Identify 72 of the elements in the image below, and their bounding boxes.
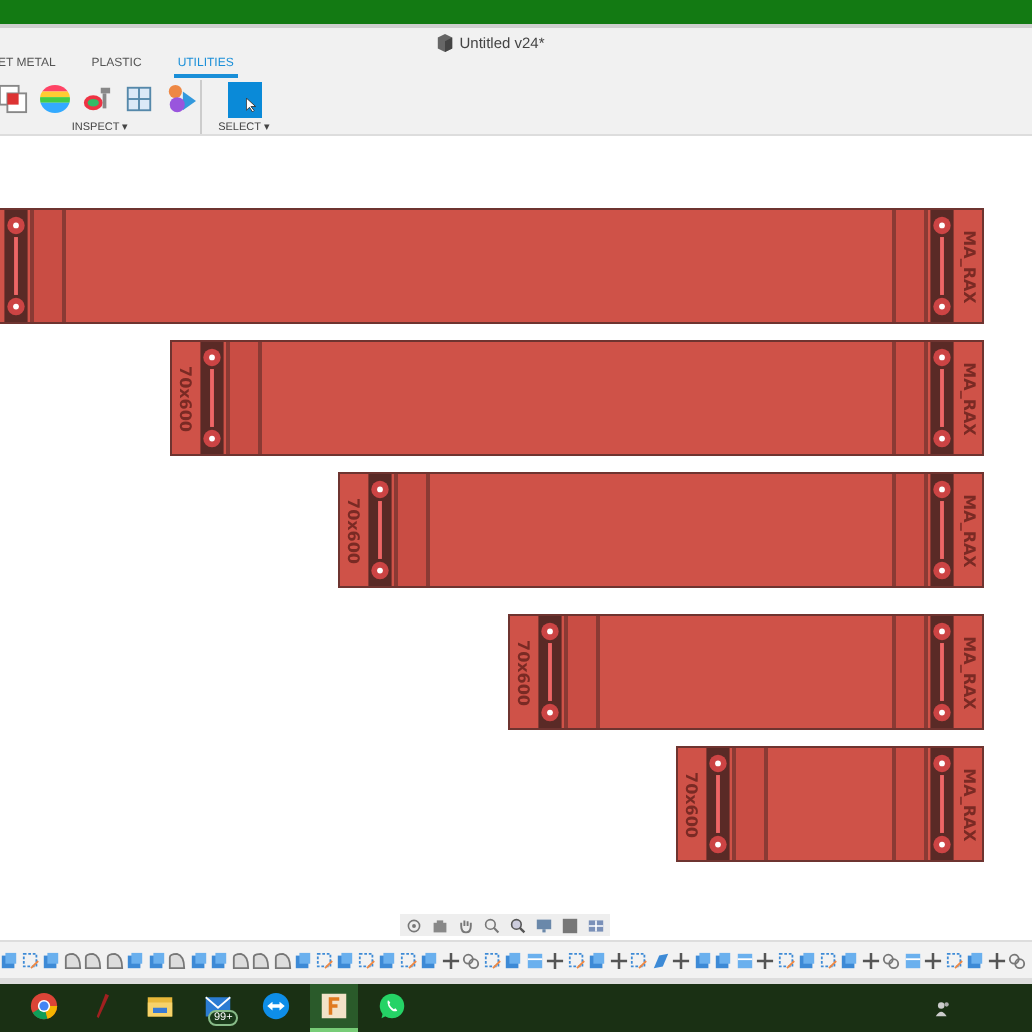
bolt-slot-icon [928,210,956,322]
timeline-feature-icon[interactable] [840,951,858,969]
timeline-feature-icon[interactable] [798,951,816,969]
timeline-feature-icon[interactable] [672,951,690,969]
remote-control-icon [262,992,290,1020]
timeline-feature-icon[interactable] [336,951,354,969]
engraved-label: 70x600 [175,365,193,431]
timeline-feature-icon[interactable] [483,951,501,969]
timeline-feature-icon[interactable] [882,951,900,969]
timeline-feature-icon[interactable] [756,951,774,969]
bolt-slot-icon [928,616,956,728]
people-icon[interactable] [934,999,952,1017]
engraved-label: MA_RAX [960,229,978,303]
bolt-slot-icon [928,748,956,860]
timeline-feature-icon[interactable] [420,951,438,969]
zoom-window-icon[interactable] [484,917,500,933]
display-icon[interactable] [536,917,552,933]
bolt-slot-icon [366,474,394,586]
timeline-feature-icon[interactable] [609,951,627,969]
engraved-label: MA_RAX [960,635,978,709]
orbit-icon[interactable] [406,917,422,933]
zoom-icon[interactable] [510,917,526,933]
measure-icon[interactable] [81,84,111,114]
browser-icon [30,992,58,1020]
shapes-icon[interactable] [165,84,195,114]
engraved-label: 70x600 [682,771,700,837]
timeline-feature-icon[interactable] [924,951,942,969]
timeline-feature-icon[interactable] [21,951,39,969]
pan-hand-icon[interactable] [458,917,474,933]
timeline-feature-icon[interactable] [357,951,375,969]
bolt-slot-icon [928,342,956,454]
bolt-slot-icon [704,748,732,860]
engraved-label: 70x600 [513,639,531,705]
timeline-feature-icon[interactable] [315,951,333,969]
timeline-feature-icon[interactable] [546,951,564,969]
bolt-slot-icon [928,474,956,586]
timeline-feature-icon[interactable] [966,951,984,969]
timeline-feature-icon[interactable] [861,951,879,969]
timeline-feature-icon[interactable] [945,951,963,969]
bolt-slot-icon [535,616,563,728]
bolt-slot-icon [197,342,225,454]
timeline-feature-icon[interactable] [567,951,585,969]
zebra-analysis-icon[interactable] [39,84,69,114]
section-analysis-icon[interactable] [123,84,153,114]
cursor-icon [245,97,255,111]
chat-icon [378,992,406,1020]
timeline-feature-icon[interactable] [588,951,606,969]
grid-icon[interactable] [588,917,604,933]
timeline-feature-icon[interactable] [987,951,1005,969]
interference-icon[interactable] [0,84,27,114]
timeline-feature-icon[interactable] [1008,951,1026,969]
engraved-label: MA_RAX [960,493,978,567]
folder-icon [146,992,174,1020]
timeline-feature-icon[interactable] [777,951,795,969]
engraved-label: 70x600 [344,497,362,563]
timeline-feature-icon[interactable] [378,951,396,969]
select-tool-button[interactable] [227,81,261,117]
timeline-feature-icon[interactable] [630,951,648,969]
timeline-feature-icon[interactable] [0,951,18,969]
timeline-feature-icon[interactable] [504,951,522,969]
fusion-app-icon [320,992,348,1020]
timeline-feature-icon[interactable] [399,951,417,969]
visual-style-icon[interactable] [562,917,578,933]
timeline-feature-icon[interactable] [819,951,837,969]
engraved-label: MA_RAX [960,767,978,841]
timeline-feature-icon[interactable] [441,951,459,969]
taskbar-app-button[interactable] [310,984,358,1032]
timeline-feature-icon[interactable] [462,951,480,969]
timeline-feature-icon[interactable] [651,951,669,969]
camera-icon[interactable] [432,917,448,933]
engraved-label: MA_RAX [960,361,978,435]
document-icon [435,34,454,52]
